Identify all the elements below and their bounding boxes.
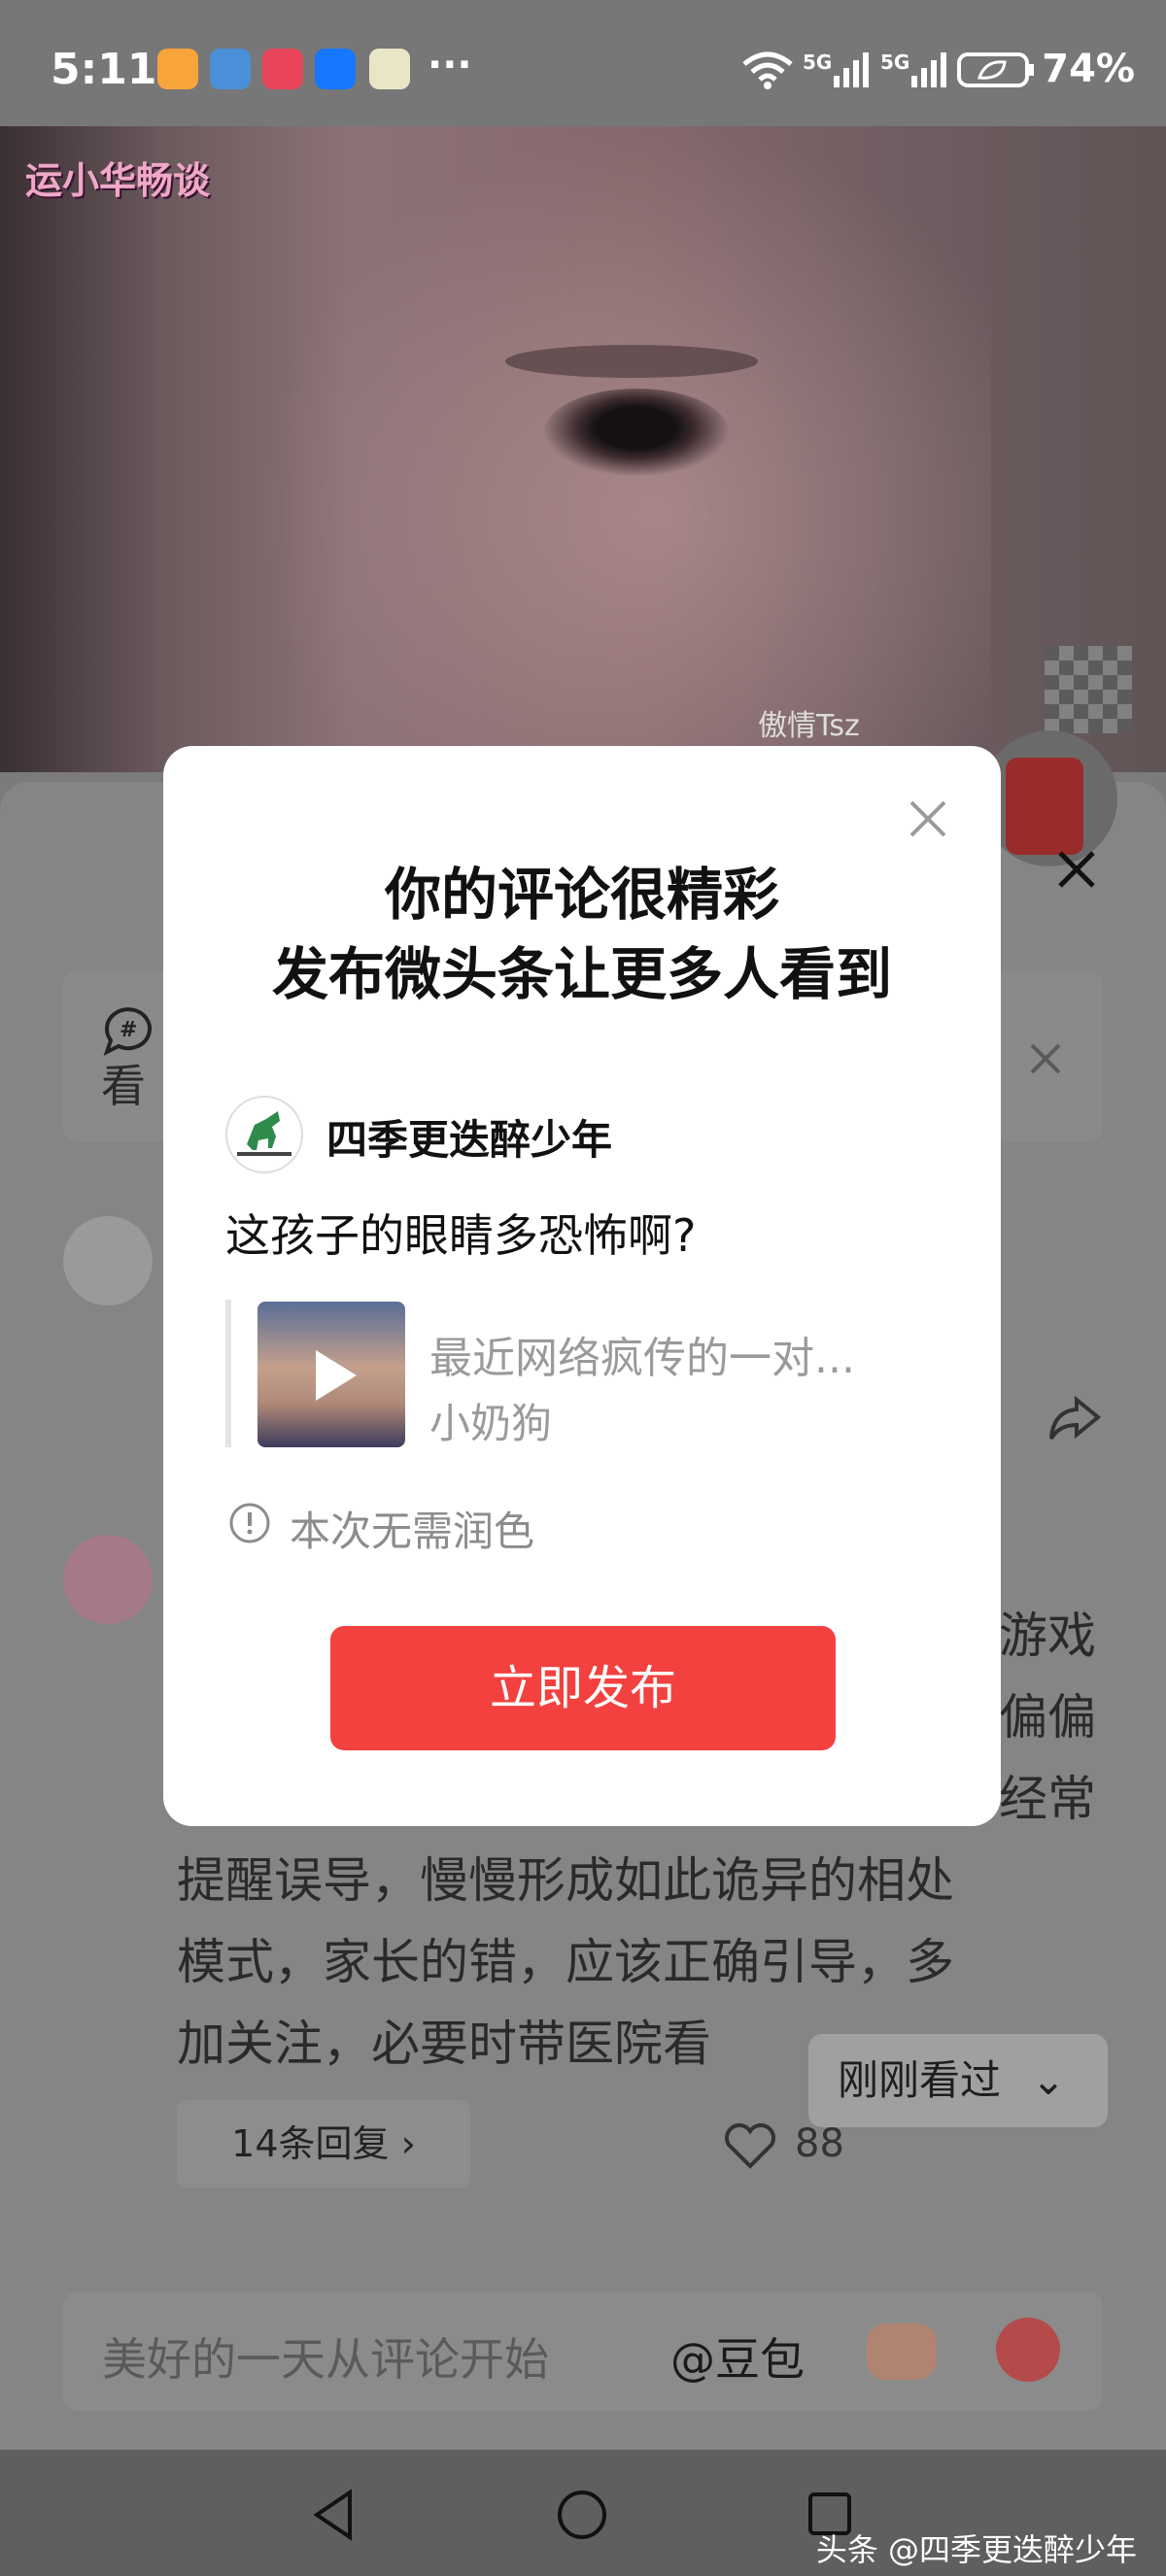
status-bar: 5:11 ··· 5G 5G 74% [0, 0, 1166, 126]
horse-icon [237, 1111, 292, 1156]
user-avatar [225, 1096, 303, 1173]
recently-viewed-label: 刚刚看过 [838, 2056, 1002, 2104]
comment-text: 游戏 [999, 1608, 1096, 1664]
battery-icon [957, 52, 1034, 87]
comment-input-placeholder: 美好的一天从评论开始 [102, 2333, 549, 2386]
chevron-down-icon: ⌄ [1031, 2056, 1066, 2104]
info-icon [229, 1503, 270, 1543]
avatar[interactable] [63, 1216, 153, 1305]
comment-text: 提醒误导，慢慢形成如此诡异的相处 [177, 1852, 954, 1909]
quote-divider [225, 1300, 231, 1447]
comment-text: 偏偏 [999, 1689, 1096, 1746]
dialog-title-line: 发布微头条让更多人看到 [271, 941, 892, 1007]
home-icon[interactable] [556, 2489, 608, 2541]
close-icon[interactable] [1028, 1041, 1063, 1076]
status-time: 5:11 [51, 45, 157, 94]
battery-percent: 74% [1042, 47, 1135, 91]
heart-icon[interactable] [723, 2121, 777, 2170]
video-frame-eye [544, 389, 729, 476]
app-notification-icon [210, 49, 251, 89]
signal-icon [834, 52, 869, 87]
comment-text: 模式，家长的错，应该正确引导，多 [177, 1934, 954, 1990]
comment-text: 加关注，必要时带医院看 [177, 2016, 711, 2072]
avatar[interactable] [63, 1535, 153, 1624]
back-icon[interactable] [309, 2487, 358, 2543]
doubao-mention-button[interactable]: @豆包 [670, 2324, 805, 2389]
svg-text:#: # [120, 1018, 137, 1042]
mosaic-avatar [1045, 646, 1132, 733]
video-watermark: 运小华畅谈 [25, 159, 211, 202]
app-notification-icon [157, 49, 198, 89]
more-notifications-icon: ··· [428, 43, 472, 87]
info-text: 本次无需润色 [290, 1508, 535, 1555]
signal-icon [911, 52, 946, 87]
video-frame-brow [505, 345, 758, 378]
topic-icon: # [103, 1007, 152, 1056]
video-watermark-author: 傲情Tsz [758, 709, 860, 743]
wifi-icon [742, 51, 793, 89]
toutiao-watermark: 头条 @四季更迭醉少年 [815, 2531, 1137, 2568]
quoted-video-author: 小奶狗 [429, 1400, 553, 1447]
app-notification-icon [369, 49, 410, 89]
dialog-title: 你的评论很精彩 发布微头条让更多人看到 [163, 855, 1001, 1014]
comment-text: 经常 [999, 1771, 1096, 1827]
quoted-video-title: 最近网络疯传的一对... [429, 1334, 855, 1383]
alipay-icon [315, 49, 356, 89]
comment-preview: 这孩子的眼睛多恐怖啊? [225, 1209, 697, 1262]
recently-viewed-button[interactable]: 刚刚看过 ⌄ [808, 2034, 1108, 2127]
like-count: 88 [795, 2121, 844, 2166]
close-icon[interactable] [904, 795, 952, 843]
publish-button[interactable]: 立即发布 [330, 1626, 836, 1750]
rose-icon[interactable] [996, 2318, 1060, 2382]
topic-text: 看 [101, 1060, 146, 1112]
handshake-icon[interactable] [867, 2323, 937, 2380]
username: 四季更迭醉少年 [326, 1116, 613, 1164]
video-player[interactable] [0, 126, 1166, 772]
video-app-icon [262, 49, 303, 89]
play-icon [316, 1350, 357, 1401]
close-icon[interactable] [1054, 847, 1099, 892]
dialog-title-line: 你的评论很精彩 [384, 862, 779, 928]
share-icon[interactable] [1047, 1394, 1102, 1442]
red-packet-icon [1006, 758, 1083, 855]
replies-button[interactable]: 14条回复 › [177, 2100, 470, 2187]
